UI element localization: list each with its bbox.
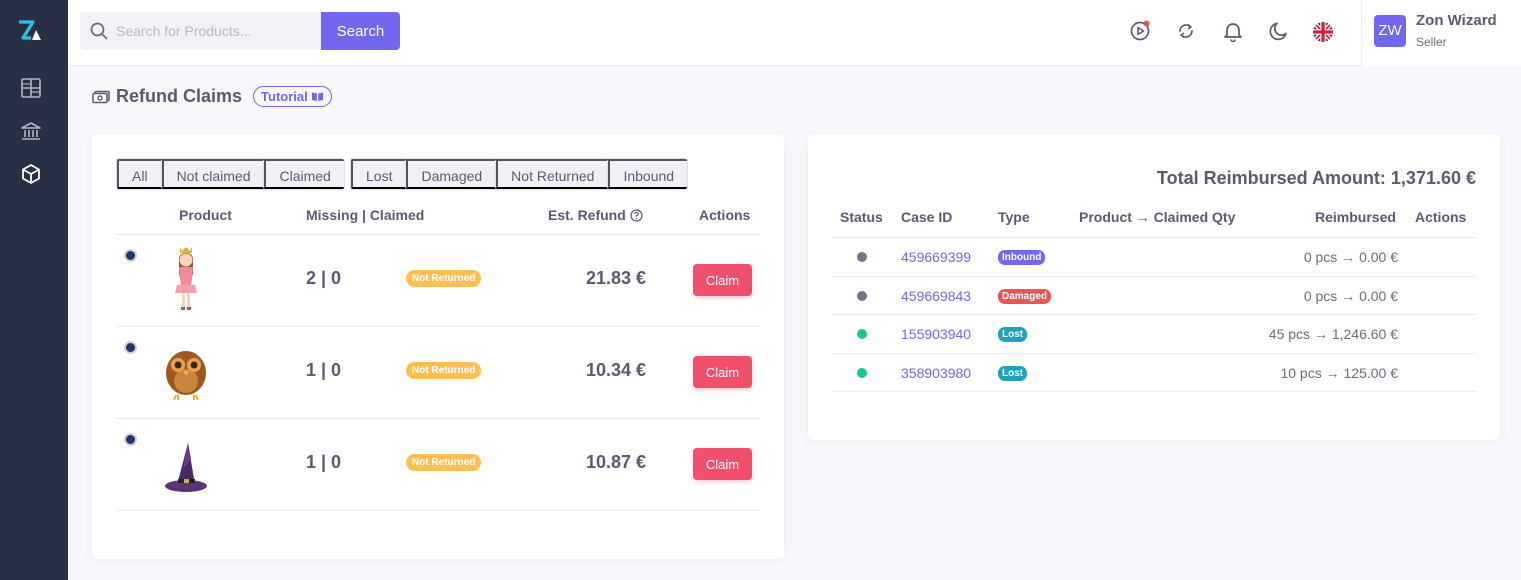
status-dot <box>857 252 867 262</box>
table-row: 2 | 0 Not Returned 21.83 € Claim <box>116 234 760 326</box>
case-id-link[interactable]: 155903940 <box>901 326 971 342</box>
table-row: 459669843 Damaged 0 pcs → 0.00 € <box>832 276 1476 315</box>
user-menu[interactable]: ZW Zon Wizard Seller <box>1361 0 1521 66</box>
table-row: 459669399 Inbound 0 pcs → 0.00 € <box>832 237 1476 276</box>
claim-status-filter: All Not claimed Claimed <box>116 158 345 190</box>
user-role: Seller <box>1416 35 1447 49</box>
top-navbar: Search ZW Zon Wizard Seller <box>68 0 1521 66</box>
avatar: ZW <box>1374 15 1406 47</box>
claim-type-filter: Lost Damaged Not Returned Inbound <box>350 158 689 190</box>
status-dot <box>857 291 867 301</box>
status-dot <box>857 329 867 339</box>
reimbursed-value: 0 pcs → 0.00 € <box>1303 249 1398 265</box>
row-select-radio[interactable] <box>124 341 137 354</box>
play-circle-icon[interactable] <box>1129 20 1151 42</box>
search-box <box>80 12 321 50</box>
filter-lost[interactable]: Lost <box>351 159 407 189</box>
book-icon <box>311 92 323 101</box>
est-refund-value: 10.87 € <box>585 452 646 472</box>
column-header-actions: Actions <box>1415 209 1467 225</box>
column-header-type: Type <box>998 209 1030 225</box>
claim-button[interactable]: Claim <box>693 264 752 296</box>
filter-damaged[interactable]: Damaged <box>406 159 497 189</box>
column-header-est-refund: Est. Refund <box>548 207 643 223</box>
status-dot <box>857 368 867 378</box>
reimbursed-value: 10 pcs → 125.00 € <box>1280 365 1398 381</box>
case-id-link[interactable]: 459669399 <box>901 249 971 265</box>
uk-flag-icon[interactable] <box>1312 21 1334 43</box>
column-header-product: Product <box>179 207 232 223</box>
filter-not-returned[interactable]: Not Returned <box>496 159 609 189</box>
tutorial-button[interactable]: Tutorial <box>253 86 332 107</box>
type-badge: Damaged <box>998 289 1052 304</box>
est-refund-value: 21.83 € <box>585 268 646 288</box>
type-badge: Lost <box>998 366 1028 381</box>
case-id-link[interactable]: 459669843 <box>901 288 971 304</box>
reimbursed-value: 45 pcs → 1,246.60 € <box>1268 326 1398 342</box>
claim-button[interactable]: Claim <box>693 356 752 388</box>
cash-icon <box>92 90 110 103</box>
help-circle-icon[interactable] <box>630 208 643 222</box>
type-badge: Lost <box>998 327 1028 342</box>
est-refund-value: 10.34 € <box>585 360 646 380</box>
princess-figurine-image[interactable] <box>161 245 211 315</box>
search-input[interactable] <box>116 12 316 50</box>
column-header-missing-claimed: Missing | Claimed <box>306 207 425 223</box>
table-row: 358903980 Lost 10 pcs → 125.00 € <box>832 353 1476 392</box>
claims-card: All Not claimed Claimed Lost Damaged Not… <box>92 134 784 559</box>
table-row: 155903940 Lost 45 pcs → 1,246.60 € <box>832 314 1476 353</box>
type-badge: Inbound <box>998 250 1046 265</box>
dashboard-grid-icon[interactable] <box>20 77 42 99</box>
claim-button[interactable]: Claim <box>693 448 752 480</box>
filter-all[interactable]: All <box>117 159 162 189</box>
search-icon <box>90 22 108 40</box>
bank-icon[interactable] <box>20 120 42 142</box>
moon-icon[interactable] <box>1268 20 1290 42</box>
total-reimbursed-amount: Total Reimbursed Amount: 1,371.60 € <box>1156 168 1476 188</box>
case-id-link[interactable]: 358903980 <box>901 365 971 381</box>
bell-icon[interactable] <box>1222 20 1244 42</box>
missing-claimed-value: 2 | 0 <box>306 268 342 288</box>
page-header: Refund Claims Tutorial <box>92 86 332 107</box>
column-header-case-id: Case ID <box>901 209 953 225</box>
filter-inbound[interactable]: Inbound <box>608 159 688 189</box>
row-select-radio[interactable] <box>124 433 137 446</box>
search-button[interactable]: Search <box>321 12 400 50</box>
missing-claimed-value: 1 | 0 <box>306 452 342 472</box>
row-select-radio[interactable] <box>124 249 137 262</box>
tutorial-label: Tutorial <box>261 89 308 104</box>
est-refund-header-label: Est. Refund <box>548 207 626 223</box>
column-header-actions: Actions <box>699 207 751 223</box>
status-badge: Not Returned <box>406 454 482 471</box>
column-header-reimbursed: Reimbursed <box>1315 209 1396 225</box>
refresh-icon[interactable] <box>1175 20 1197 42</box>
zon-wizard-logo[interactable] <box>17 18 43 44</box>
reimbursed-value: 0 pcs → 0.00 € <box>1303 288 1398 304</box>
table-row: 1 | 0 Not Returned 10.87 € Claim <box>116 418 760 510</box>
page-title: Refund Claims <box>116 86 243 106</box>
filter-not-claimed[interactable]: Not claimed <box>161 159 265 189</box>
table-row: 1 | 0 Not Returned 10.34 € Claim <box>116 326 760 418</box>
witch-hat-image[interactable] <box>161 429 211 499</box>
status-badge: Not Returned <box>406 362 482 379</box>
column-header-status: Status <box>840 209 883 225</box>
sidebar <box>0 0 68 580</box>
table-divider <box>832 391 1476 392</box>
reimbursements-card: Total Reimbursed Amount: 1,371.60 € Stat… <box>808 134 1500 440</box>
missing-claimed-value: 1 | 0 <box>306 360 342 380</box>
filter-claimed[interactable]: Claimed <box>264 159 344 189</box>
status-badge: Not Returned <box>406 270 482 287</box>
user-name: Zon Wizard <box>1416 12 1497 29</box>
table-divider <box>116 510 760 511</box>
column-header-product-qty: Product → Claimed Qty <box>1079 209 1236 225</box>
owl-plush-image[interactable] <box>161 337 211 407</box>
package-box-icon[interactable] <box>20 163 42 185</box>
